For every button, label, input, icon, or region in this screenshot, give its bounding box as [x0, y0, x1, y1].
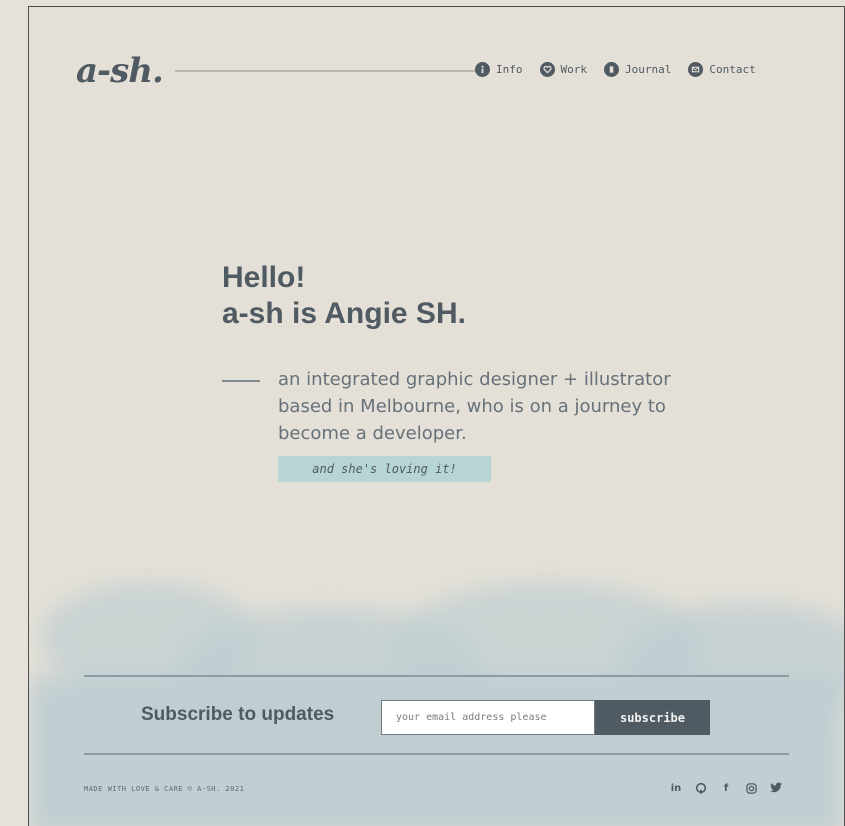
linkedin-icon[interactable]: in	[669, 781, 683, 795]
nav-divider-line	[175, 70, 475, 72]
main-nav: Info Work Journal Contact	[475, 62, 756, 77]
facebook-icon[interactable]: f	[719, 781, 733, 795]
nav-item-label: Work	[560, 63, 588, 76]
subscribe-top-divider	[84, 675, 789, 677]
nav-item-label: Journal	[625, 63, 672, 76]
hero-dash-divider	[222, 380, 260, 382]
email-input[interactable]	[381, 700, 595, 735]
info-icon	[475, 62, 490, 77]
twitter-icon[interactable]	[769, 781, 783, 795]
nav-item-label: Info	[496, 63, 523, 76]
nav-item-work[interactable]: Work	[539, 62, 588, 77]
page-frame: a-sh. Info Work Journal Contact Hello! a…	[28, 6, 845, 826]
hero-greeting: Hello!	[222, 261, 306, 294]
hero-heading: Hello! a-sh is Angie SH.	[222, 260, 466, 332]
subscribe-bottom-divider	[84, 753, 789, 755]
footer-copyright: MADE WITH LOVE & CARE © A-SH. 2021	[84, 785, 245, 793]
hero-description: an integrated graphic designer + illustr…	[278, 369, 671, 444]
social-links: in f	[669, 781, 783, 795]
instagram-icon[interactable]	[744, 781, 758, 795]
github-icon[interactable]	[694, 781, 708, 795]
subscribe-button[interactable]: subscribe	[595, 700, 710, 735]
site-logo[interactable]: a-sh.	[76, 51, 164, 91]
heart-icon	[539, 62, 555, 77]
nav-item-contact[interactable]: Contact	[688, 62, 756, 77]
journal-icon	[604, 62, 619, 77]
nav-item-label: Contact	[709, 63, 756, 76]
hero-name: a-sh is Angie SH.	[222, 297, 466, 330]
mail-icon	[688, 62, 704, 77]
nav-item-journal[interactable]: Journal	[604, 62, 671, 77]
hero-tagline: and she's loving it!	[278, 456, 491, 482]
nav-item-info[interactable]: Info	[475, 62, 523, 77]
subscribe-label: Subscribe to updates	[141, 704, 335, 725]
